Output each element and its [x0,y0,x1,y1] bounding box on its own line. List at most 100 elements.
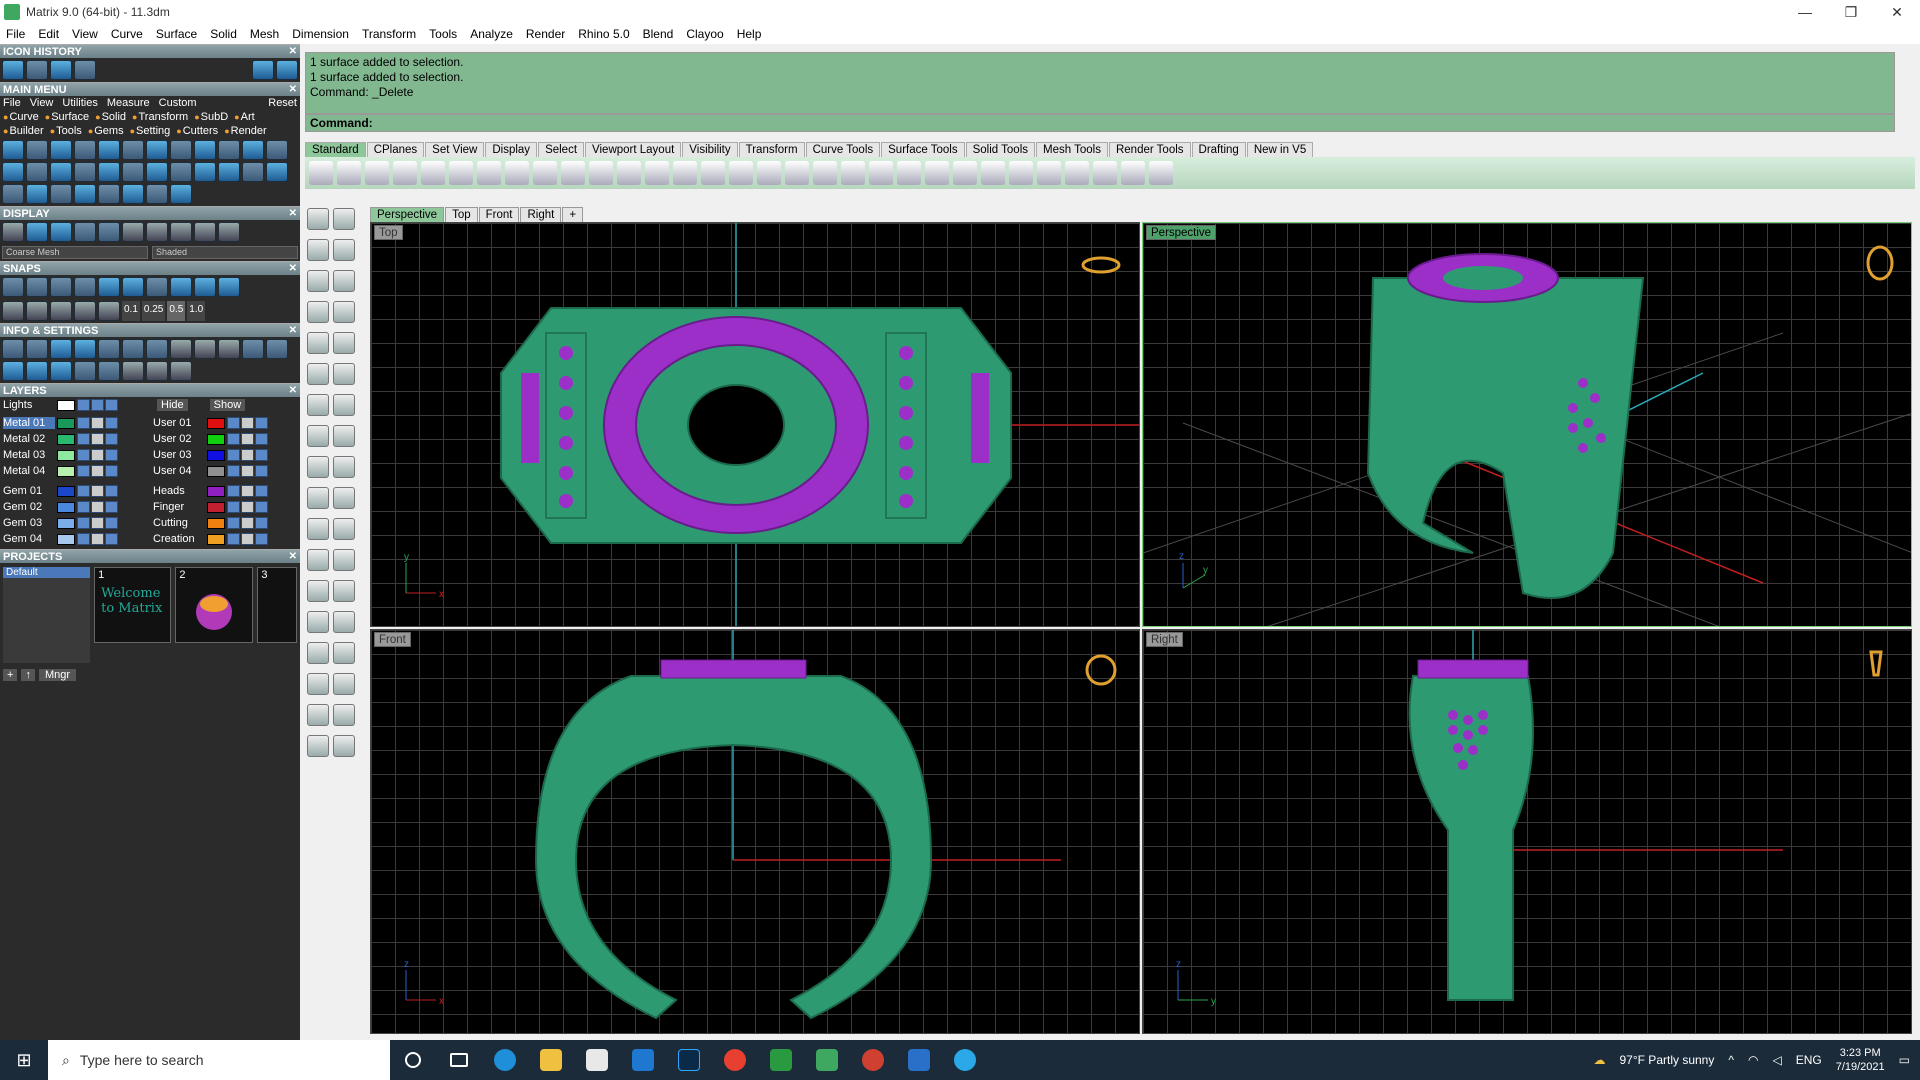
windows-start-icon[interactable]: ⊞ [0,1040,48,1080]
menu-edit[interactable]: Edit [38,27,59,41]
zoom-icon[interactable] [617,161,641,185]
filter-icon[interactable] [50,361,72,381]
menu-solid[interactable]: Solid [210,27,237,41]
visibility-toggle[interactable] [227,517,240,529]
boolean-icon[interactable] [307,518,329,540]
visibility-toggle[interactable] [227,433,240,445]
join-icon[interactable] [333,549,355,571]
tool-icon[interactable] [194,162,216,182]
vtab-top[interactable]: Top [445,207,478,222]
render-toggle[interactable] [105,501,118,513]
network-icon[interactable]: ◠ [1748,1053,1758,1067]
new-icon[interactable] [309,161,333,185]
viewport-right[interactable]: Right y z [1142,629,1912,1034]
layer-color-swatch[interactable] [57,533,75,545]
tool-icon[interactable] [2,162,24,182]
rotate-icon[interactable] [333,487,355,509]
layer-row[interactable]: User 01 [153,415,297,431]
arc-icon[interactable] [333,270,355,292]
render-toggle[interactable] [105,533,118,545]
cat-transform[interactable]: Transform [132,111,188,123]
menu-analyze[interactable]: Analyze [470,27,513,41]
circle-icon[interactable] [307,270,329,292]
snap-perp-icon[interactable] [146,277,168,297]
task-view-icon[interactable] [436,1040,482,1080]
polyline-icon[interactable] [307,239,329,261]
tool-icon[interactable] [194,140,216,160]
webcam-icon[interactable] [942,1040,988,1080]
menu-transform[interactable]: Transform [362,27,416,41]
rotate-view-icon[interactable] [589,161,613,185]
snap-grid-icon[interactable] [2,301,24,321]
tool-icon[interactable] [98,162,120,182]
tool-icon[interactable] [98,140,120,160]
extrude-icon[interactable] [333,425,355,447]
align-icon[interactable] [1121,161,1145,185]
tab-standard[interactable]: Standard [305,142,366,157]
globe-icon[interactable] [50,60,72,80]
arrow-left-icon[interactable] [252,60,274,80]
analyze-icon[interactable] [333,642,355,664]
visibility-toggle[interactable] [227,465,240,477]
mm-custom[interactable]: Custom [159,97,197,109]
maximize-button[interactable]: ❐ [1828,4,1874,21]
layer-row[interactable]: Gem 01 [3,483,147,499]
four-view-icon[interactable] [757,161,781,185]
tool-icon[interactable] [170,140,192,160]
visibility-toggle[interactable] [77,417,90,429]
hide-button[interactable]: Hide [157,399,188,411]
tray-chevron-icon[interactable]: ^ [1728,1053,1734,1067]
layer-toggle[interactable] [91,399,104,411]
cat-render[interactable]: Render [224,125,267,137]
layer-name[interactable]: Heads [153,485,205,497]
grid-icon[interactable] [2,60,24,80]
shaded-icon[interactable] [26,222,48,242]
layer-row[interactable]: Metal 02 [3,431,147,447]
tool-icon[interactable] [50,162,72,182]
visibility-toggle[interactable] [77,517,90,529]
weight-icon[interactable] [170,339,192,359]
light-icon[interactable] [333,456,355,478]
visibility-toggle[interactable] [227,485,240,497]
render-toggle[interactable] [105,449,118,461]
layer-row[interactable]: Gem 02 [3,499,147,515]
layer-color-swatch[interactable] [207,449,225,461]
info-icon[interactable] [74,339,96,359]
lock-toggle[interactable] [91,465,104,477]
layer-color-swatch[interactable] [57,399,75,411]
check-icon[interactable] [333,704,355,726]
menu-surface[interactable]: Surface [156,27,197,41]
help-icon[interactable] [1149,161,1173,185]
close-icon[interactable]: ✕ [289,384,297,398]
cat-gems[interactable]: Gems [88,125,123,137]
project-list[interactable]: Default [3,567,91,663]
curve-icon[interactable] [333,239,355,261]
visibility-toggle[interactable] [77,465,90,477]
cube-icon[interactable] [26,361,48,381]
layer-color-swatch[interactable] [57,465,75,477]
open-icon[interactable] [337,161,361,185]
render-toggle[interactable] [105,417,118,429]
viewport-label-right[interactable]: Right [1146,632,1183,647]
lock-toggle[interactable] [91,449,104,461]
lock-toggle[interactable] [241,517,254,529]
layer-row[interactable]: Creation [153,531,297,547]
layer-name[interactable]: Metal 01 [3,417,55,429]
layer-name[interactable]: User 04 [153,465,205,477]
layer-color-swatch[interactable] [207,501,225,513]
snap-end-icon[interactable] [2,277,24,297]
layer-row[interactable]: Gem 04 [3,531,147,547]
mail-icon[interactable] [620,1040,666,1080]
color-wheel-icon[interactable] [953,161,977,185]
render-sphere-icon[interactable] [1037,161,1061,185]
snap-osnap-icon[interactable] [74,301,96,321]
tool-icon[interactable] [50,184,72,204]
menu-help[interactable]: Help [737,27,762,41]
viewport-front[interactable]: Front x z [370,629,1140,1034]
sphere-icon[interactable] [146,222,168,242]
gumball-icon[interactable] [333,673,355,695]
render-toggle[interactable] [255,533,268,545]
sphere-icon[interactable] [218,222,240,242]
visibility-toggle[interactable] [77,449,90,461]
render-toggle[interactable] [105,465,118,477]
